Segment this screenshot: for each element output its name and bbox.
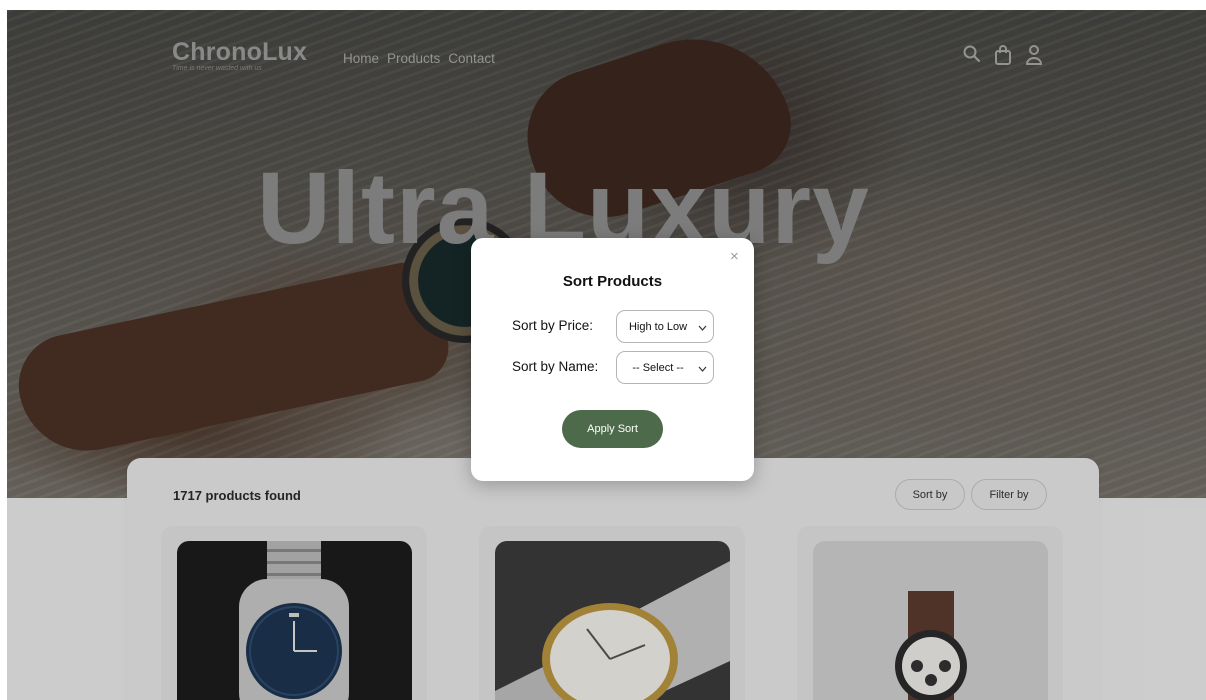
sort-modal: × Sort Products Sort by Price: High to L… <box>471 238 754 481</box>
chevron-down-icon <box>698 322 707 334</box>
price-sort-label: Sort by Price: <box>512 318 594 333</box>
close-icon[interactable]: × <box>730 248 739 265</box>
price-sort-value: High to Low <box>628 320 688 333</box>
name-sort-label: Sort by Name: <box>512 359 599 374</box>
modal-title: Sort Products <box>562 273 663 290</box>
name-sort-select[interactable]: -- Select -- <box>616 351 714 384</box>
price-sort-select[interactable]: High to Low <box>616 310 714 343</box>
apply-sort-button[interactable]: Apply Sort <box>562 410 663 448</box>
chevron-down-icon <box>698 363 707 375</box>
name-sort-value: -- Select -- <box>632 361 684 374</box>
